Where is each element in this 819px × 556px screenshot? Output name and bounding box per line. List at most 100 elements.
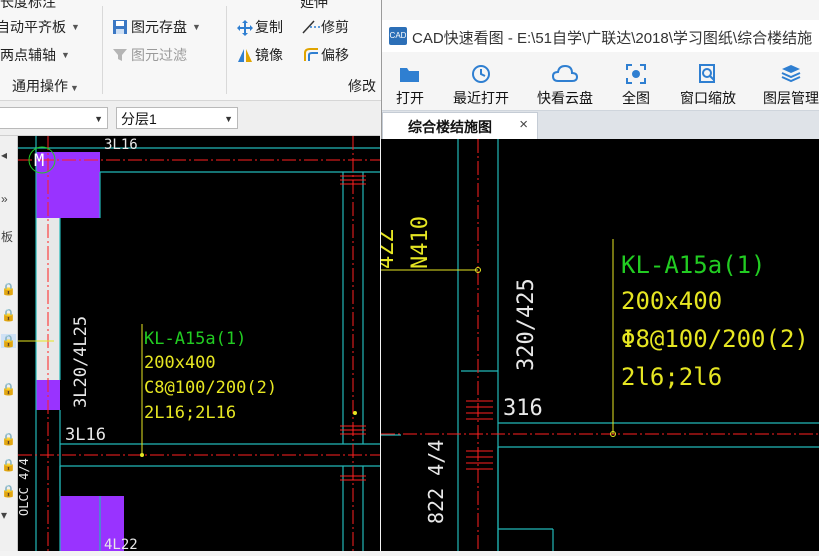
window-top-edge [382,0,819,20]
beam-rebar: 2L16;2L16 [144,403,236,423]
group-common-label: 通用操作 [12,78,68,94]
full-view-button[interactable]: 全图 [614,56,658,110]
cloud-drive-label: 快看云盘 [537,90,593,106]
cloud-drive-button[interactable]: 快看云盘 [530,56,600,110]
window-zoom-button[interactable]: 窗口缩放 [672,56,744,110]
layer-manager-label: 图层管理 [763,90,819,106]
two-point-axis-label: 两点辅轴 [0,47,56,63]
left-side-panel: ◂ » 板 🔒 🔒 🔒 🔒 🔒 🔒 🔒 ▾ [0,136,18,551]
two-point-axis-button[interactable]: 两点辅轴 ▼ [0,45,70,65]
ribbon-row0-label: 长度标注 [0,0,56,10]
open-button[interactable]: 打开 [388,56,432,110]
clock-icon [472,65,490,83]
window-title: CAD快速看图 - E:\51自学\广联达\2018\学习图纸\综合楼结施 [412,30,813,47]
lock-icon[interactable]: 🔒 [1,308,16,322]
app-icon: CAD [389,27,407,45]
cad-viewer-window: CAD CAD快速看图 - E:\51自学\广联达\2018\学习图纸\综合楼结… [381,0,819,140]
chevron-down-icon: ▼ [94,114,103,124]
layer-manager-button[interactable]: 图层管理 [756,56,819,110]
offset-icon [302,47,318,63]
mirror-label: 镜像 [255,47,283,63]
chevron-down-icon: ▼ [192,22,201,32]
scroll-down-icon[interactable]: ▾ [1,508,7,522]
move-icon [236,19,253,36]
zoom-window-icon [699,64,715,83]
save-icon [112,19,128,35]
group-common-ops[interactable]: 通用操作 ▼ [12,76,79,96]
cad-label: 3L16 [65,425,106,445]
close-icon[interactable]: × [519,116,528,133]
ribbon-divider [102,6,103,94]
filter-icon [112,47,128,63]
ribbon-row0-label: 延伸 [300,0,328,10]
save-element-button[interactable]: 图元存盘 ▼ [112,17,201,37]
chevron-down-icon: ▼ [61,50,70,60]
lock-icon[interactable]: 🔒 [1,382,16,396]
chevron-down-icon: ▼ [224,114,233,124]
viewer-toolbar: 打开 最近打开 快看云盘 全图 窗口缩放 图层管理 [382,56,819,110]
beam-name: KL-A15a(1) [621,251,766,279]
folder-icon [400,68,419,82]
cloud-icon [552,64,578,82]
full-view-label: 全图 [622,90,650,106]
trim-label: 修剪 [321,19,349,35]
ribbon-item-length-dim[interactable]: 长度标注 [0,0,56,12]
move-button[interactable]: 复制 [236,17,283,37]
document-tab[interactable]: 综合楼结施图 × [382,112,538,139]
beam-size: 200x400 [144,353,216,373]
lock-icon[interactable]: 🔒 [1,458,16,472]
open-label: 打开 [396,90,424,106]
beam-size: 200x400 [621,287,722,315]
group-modify-label: 修改 [348,78,376,94]
auto-flush-slab-button[interactable]: 自动平齐板 ▼ [0,17,80,37]
beam-stirrup: C8@100/200(2) [144,378,277,398]
document-tab-strip: 综合楼结施图 × [382,110,819,140]
layer-bar: ▼ 分层1 ▼ [0,101,380,136]
cad-label-vertical: 4ZZ [381,229,399,269]
beam-name: KL-A15a(1) [144,329,246,349]
column [36,152,100,218]
mirror-button[interactable]: 镜像 [236,45,283,65]
lock-icon[interactable]: 🔒 [1,484,16,498]
cad-label-vertical: OLCC 4/4 [18,458,31,516]
layer-select[interactable]: 分层1 ▼ [116,107,238,129]
expand-icon[interactable]: » [1,192,8,206]
lock-icon[interactable]: 🔒 [1,282,16,296]
drawing-canvas-viewer[interactable]: N410 4ZZ 320/425 316 KL-A15a(1) 200x400 … [374,139,819,551]
ribbon-divider [226,6,227,94]
lock-icon[interactable]: 🔒 [1,432,16,446]
cad-label: 4L22 [104,537,138,551]
recent-open-label: 最近打开 [453,90,509,106]
viewer-canvas-svg: N410 4ZZ 320/425 316 KL-A15a(1) 200x400 … [374,139,819,551]
offset-label: 偏移 [321,47,349,63]
cad-label-vertical: N410 [408,216,433,269]
leader-dot [140,453,144,457]
recent-open-button[interactable]: 最近打开 [446,56,516,110]
beam-stirrup: Φ8@100/200(2) [621,325,809,353]
trim-icon [302,19,321,35]
title-bar[interactable]: CAD CAD快速看图 - E:\51自学\广联达\2018\学习图纸\综合楼结… [382,20,819,52]
ribbon-item-extend[interactable]: 延伸 [300,0,328,12]
collapse-icon[interactable]: ◂ [1,148,7,162]
save-element-label: 图元存盘 [131,19,187,35]
cad-label: 3L16 [104,137,138,153]
beam-rebar: 2l6;2l6 [621,363,722,391]
lock-icon[interactable]: 🔒 [1,334,16,348]
fullview-icon [626,64,646,84]
cad-label-vertical: 822 4/4 [424,440,448,524]
chevron-down-icon: ▼ [71,22,80,32]
drawing-canvas-main[interactable]: M 3L16 3L20/4L25 KL-A15a(1) 200x400 C8@1… [17,136,380,553]
cad-label-vertical: 3L20/4L25 [71,316,91,408]
element-filter-label: 图元过滤 [131,47,187,63]
element-filter-button[interactable]: 图元过滤 [112,45,187,65]
offset-button[interactable]: 偏移 [302,45,349,65]
auto-flush-slab-label: 自动平齐板 [0,19,66,35]
floor-select[interactable]: ▼ [0,107,108,129]
panel-label-icon: 板 [1,230,14,244]
cad-label: 316 [503,396,543,421]
layers-icon [781,65,801,83]
trim-button[interactable]: 修剪 [302,17,349,37]
move-label: 复制 [255,19,283,35]
cad-label-vertical: 320/425 [514,278,539,371]
marker-text: M [34,151,44,171]
